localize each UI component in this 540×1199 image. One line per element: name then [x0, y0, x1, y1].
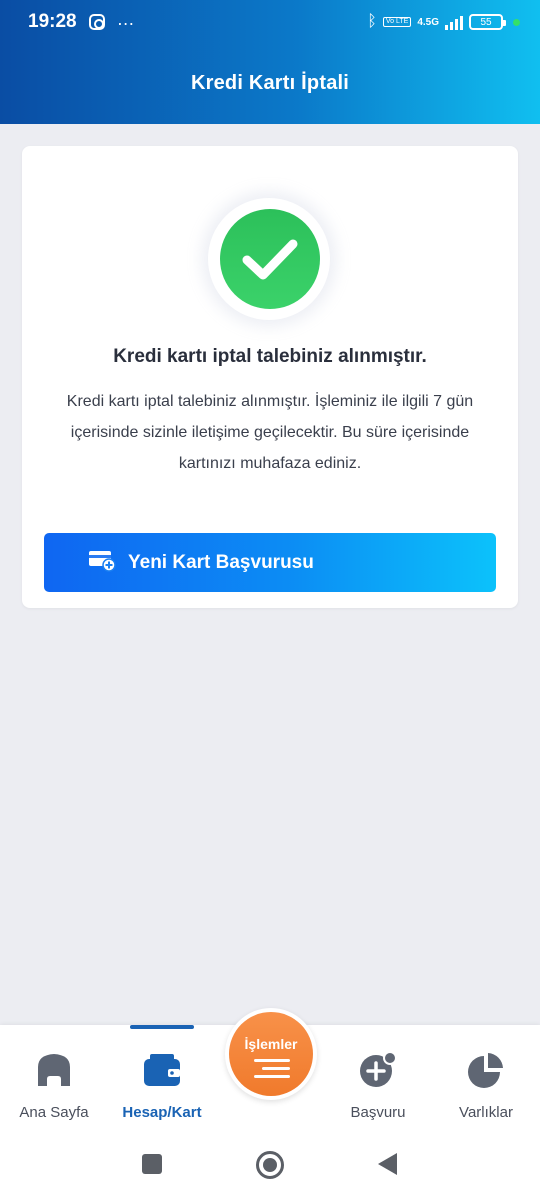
new-card-button-label: Yeni Kart Başvurusu — [128, 551, 314, 573]
nav-label-account-card: Hesap/Kart — [122, 1104, 202, 1121]
instagram-icon — [88, 14, 105, 30]
back-icon[interactable] — [378, 1153, 397, 1175]
battery-icon: 55 — [469, 14, 506, 30]
result-heading: Kredi kartı iptal talebiniz alınmıştır. — [113, 346, 427, 367]
add-circle-icon — [360, 1051, 397, 1087]
more-dots-icon: … — [116, 9, 136, 29]
page-title: Kredi Kartı İptali — [190, 72, 350, 94]
check-circle-icon — [220, 209, 320, 309]
add-card-icon — [88, 548, 116, 578]
recent-apps-icon[interactable] — [142, 1154, 162, 1174]
status-time: 19:28 — [28, 11, 77, 32]
result-card: Kredi kartı iptal talebiniz alınmıştır. … — [22, 146, 518, 608]
system-navigation-bar — [0, 1137, 540, 1199]
home-button-icon[interactable] — [256, 1151, 284, 1179]
nav-item-application[interactable]: Başvuru — [324, 1025, 432, 1137]
bluetooth-icon: ᛒ — [367, 13, 377, 30]
pie-chart-icon — [468, 1053, 503, 1088]
list-icon — [254, 1059, 290, 1083]
network-type: 4.5G — [417, 16, 439, 28]
home-icon — [38, 1054, 70, 1086]
nav-item-account-card[interactable]: Hesap/Kart — [108, 1025, 216, 1137]
signal-icon — [445, 14, 463, 30]
transactions-fab[interactable]: İşlemler — [225, 1008, 317, 1100]
nav-label-assets: Varlıklar — [459, 1104, 513, 1121]
volte-badge: Vo LTE — [382, 17, 412, 27]
privacy-indicator-dot — [513, 18, 520, 26]
result-description: Kredi kartı iptal talebiniz alınmıştır. … — [66, 393, 474, 472]
wallet-icon — [144, 1054, 180, 1086]
battery-level: 55 — [480, 16, 492, 28]
nav-label-application: Başvuru — [350, 1104, 406, 1121]
new-card-application-button[interactable]: Yeni Kart Başvurusu — [44, 533, 496, 592]
nav-item-home[interactable]: Ana Sayfa — [0, 1025, 108, 1137]
app-header: 19:28 … ᛒ Vo LTE 4.5G 55 Kredi Kartı İpt… — [0, 0, 540, 124]
fab-label: İşlemler — [244, 1036, 298, 1052]
nav-label-home: Ana Sayfa — [19, 1104, 89, 1121]
nav-item-assets[interactable]: Varlıklar — [432, 1025, 540, 1137]
active-tab-indicator — [130, 1025, 194, 1029]
status-bar: 19:28 … ᛒ Vo LTE 4.5G 55 — [0, 0, 540, 44]
